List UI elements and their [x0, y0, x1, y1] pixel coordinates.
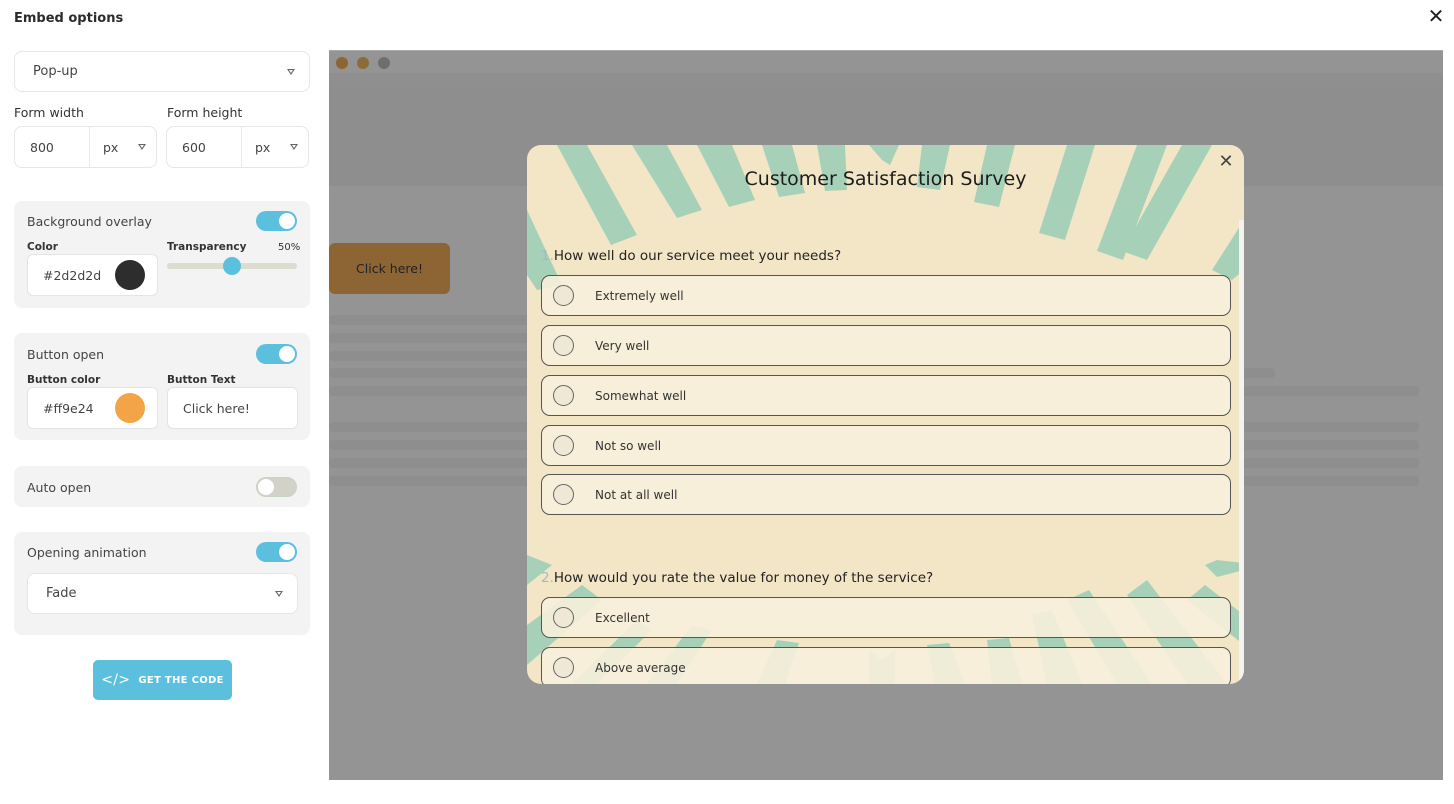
code-icon: </> [101, 672, 131, 688]
option-label: Above average [595, 660, 686, 675]
overlay-color-input[interactable]: #2d2d2d [27, 254, 158, 296]
form-height-label: Form height [167, 105, 243, 120]
get-the-code-button[interactable]: </> GET THE CODE [93, 660, 232, 700]
get-the-code-label: GET THE CODE [138, 674, 224, 686]
button-open-toggle[interactable] [256, 344, 297, 364]
close-icon[interactable]: ✕ [1426, 6, 1446, 26]
option-item[interactable]: Somewhat well [541, 375, 1231, 416]
form-width-label: Form width [14, 105, 84, 120]
dialog-title: Embed options [14, 11, 124, 26]
radio-button[interactable] [553, 484, 574, 505]
button-color-label: Button color [27, 374, 101, 386]
button-text-label: Button Text [167, 374, 236, 386]
button-text-value: Click here! [183, 400, 250, 416]
form-width-unit: px [103, 139, 119, 155]
opening-animation-toggle[interactable] [256, 542, 297, 562]
question-2: 2.How would you rate the value for money… [541, 570, 933, 586]
transparency-label: Transparency [167, 241, 247, 253]
option-item[interactable]: Not at all well [541, 474, 1231, 515]
button-color-swatch[interactable] [115, 393, 145, 423]
embed-type-value: Pop-up [33, 64, 78, 79]
overlay-color-swatch[interactable] [115, 260, 145, 290]
form-height-group: 600 px [166, 126, 309, 168]
option-item[interactable]: Excellent [541, 597, 1231, 638]
radio-button[interactable] [553, 285, 574, 306]
option-item[interactable]: Extremely well [541, 275, 1231, 316]
auto-open-toggle[interactable] [256, 477, 297, 497]
stripe [869, 145, 899, 165]
window-dot-close [336, 57, 348, 69]
toggle-knob [279, 346, 295, 362]
toggle-knob [258, 479, 274, 495]
radio-button[interactable] [553, 657, 574, 678]
stripe [1039, 145, 1095, 240]
stripe [557, 145, 637, 245]
option-label: Not so well [595, 438, 662, 453]
survey-title: Customer Satisfaction Survey [744, 168, 1027, 190]
background-overlay-toggle[interactable] [256, 211, 297, 231]
option-label: Very well [595, 338, 650, 353]
option-label: Excellent [595, 610, 650, 625]
button-color-input[interactable]: #ff9e24 [27, 387, 158, 429]
form-width-group: 800 px [14, 126, 157, 168]
option-item[interactable]: Above average [541, 647, 1231, 684]
button-text-input[interactable]: Click here! [167, 387, 298, 429]
form-height-input[interactable]: 600 [167, 127, 242, 167]
window-controls [336, 57, 390, 69]
radio-button[interactable] [553, 435, 574, 456]
background-overlay-title: Background overlay [27, 214, 152, 229]
option-label: Somewhat well [595, 388, 687, 403]
question-text: How would you rate the value for money o… [553, 570, 934, 586]
transparency-slider[interactable] [167, 257, 297, 275]
radio-button[interactable] [553, 335, 574, 356]
question-number: 1. [541, 248, 554, 264]
radio-button[interactable] [553, 385, 574, 406]
chevron-down-icon [138, 144, 146, 150]
toggle-knob [279, 213, 295, 229]
chevron-down-icon [287, 68, 295, 75]
embed-type-select[interactable]: Pop-up [14, 51, 310, 92]
transparency-value: 50% [278, 242, 301, 253]
question-number: 2. [541, 570, 554, 586]
auto-open-title: Auto open [27, 480, 92, 495]
opening-animation-title: Opening animation [27, 545, 147, 560]
overlay-color-value: #2d2d2d [43, 267, 102, 283]
survey-popup: Customer Satisfaction Survey ✕ 1.How wel… [527, 145, 1244, 684]
animation-select[interactable]: Fade [27, 573, 298, 614]
toggle-knob [279, 544, 295, 560]
button-color-value: #ff9e24 [43, 400, 94, 416]
question-1: 1.How well do our service meet your need… [541, 248, 841, 264]
radio-button[interactable] [553, 607, 574, 628]
option-label: Extremely well [595, 288, 684, 303]
chevron-down-icon [290, 144, 298, 150]
question-text: How well do our service meet your needs? [553, 248, 842, 264]
transparency-slider-handle[interactable] [223, 257, 241, 275]
auto-open-card: Auto open [14, 466, 310, 507]
animation-value: Fade [46, 586, 77, 601]
browser-toolbar [329, 73, 1443, 87]
option-label: Not at all well [595, 487, 678, 502]
overlay-color-label: Color [27, 241, 58, 253]
window-dot-maximize [378, 57, 390, 69]
preview-area: Click here! Customer Satisfaction Survey… [329, 50, 1443, 780]
form-height-unit-select[interactable]: px [242, 127, 308, 167]
window-dot-minimize [357, 57, 369, 69]
form-width-unit-select[interactable]: px [90, 127, 156, 167]
form-height-unit: px [255, 139, 271, 155]
page-open-button[interactable]: Click here! [329, 243, 450, 294]
option-item[interactable]: Not so well [541, 425, 1231, 466]
form-width-input[interactable]: 800 [15, 127, 90, 167]
button-open-title: Button open [27, 347, 105, 362]
close-icon[interactable]: ✕ [1216, 152, 1236, 172]
scrollbar[interactable] [1239, 220, 1244, 684]
chevron-down-icon [275, 590, 283, 597]
opening-animation-card: Opening animation Fade [14, 532, 310, 635]
option-item[interactable]: Very well [541, 325, 1231, 366]
